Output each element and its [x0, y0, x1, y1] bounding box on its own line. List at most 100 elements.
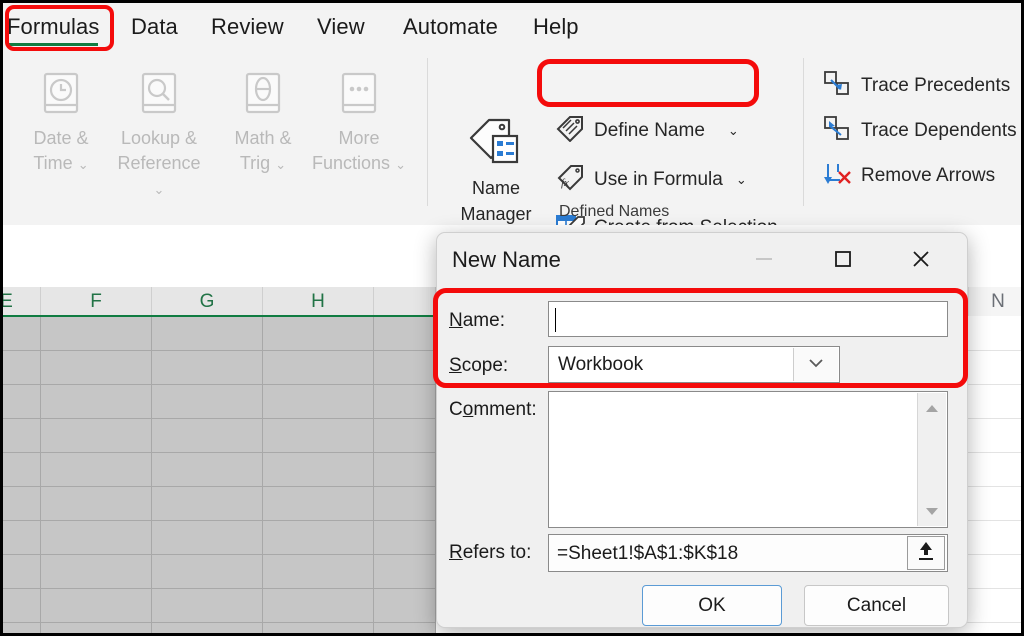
maximize-button[interactable] [820, 233, 866, 289]
chevron-down-icon: ⌄ [735, 172, 747, 187]
more-functions-label-2: Functions [312, 153, 391, 173]
scope-select[interactable]: Workbook [548, 346, 840, 383]
name-label: Name: [449, 310, 505, 331]
tab-review[interactable]: Review [211, 14, 284, 40]
tab-formulas[interactable]: Formulas [7, 14, 100, 46]
clock-book-icon [13, 64, 109, 126]
chevron-down-icon: ⌄ [727, 123, 739, 138]
ribbon-group-divider-1 [427, 58, 428, 206]
scroll-up-icon[interactable] [918, 395, 946, 421]
tag-fx-icon: fx [555, 163, 585, 197]
chevron-down-icon: ⌄ [77, 157, 89, 172]
trace-precedents-icon [823, 70, 851, 102]
tab-help[interactable]: Help [533, 14, 579, 40]
trace-dependents-label: Trace Dependents [861, 120, 1017, 141]
refers-to-label: Refers to: [449, 542, 532, 563]
column-header-f[interactable]: F [41, 287, 152, 316]
row-divider [963, 418, 1021, 419]
collapse-dialog-button[interactable] [907, 536, 945, 570]
close-icon [911, 249, 931, 274]
column-header-e[interactable]: E [3, 287, 41, 316]
collapse-dialog-icon [916, 540, 936, 567]
row-divider [963, 452, 1021, 453]
row-divider [3, 554, 436, 555]
tab-data[interactable]: Data [131, 14, 178, 40]
text-caret [555, 308, 556, 332]
math-and-trig-button[interactable]: Math & Trig ⌄ [215, 64, 311, 177]
lookup-label-2: Reference [117, 153, 201, 173]
row-divider [3, 418, 436, 419]
date-and-time-label-2: Time [33, 153, 73, 173]
chevron-down-icon: ⌄ [275, 157, 287, 172]
ribbon: Formulas Data Review View Automate Help [3, 3, 1021, 238]
use-in-formula-button[interactable]: fx Use in Formula ⌄ [555, 163, 747, 197]
chevron-down-icon: ⌄ [153, 182, 165, 197]
define-name-label: Define Name [594, 120, 705, 141]
close-button[interactable] [898, 233, 944, 289]
search-book-icon [111, 64, 207, 126]
trace-dependents-icon [823, 115, 851, 147]
column-header-i[interactable] [374, 287, 436, 316]
lookup-and-reference-button[interactable]: Lookup & Reference ⌄ [111, 64, 207, 202]
row-divider [3, 452, 436, 453]
lookup-label-1: Lookup & [120, 128, 198, 148]
remove-arrows-button[interactable]: Remove Arrows [823, 160, 995, 192]
math-label-1: Math & [234, 128, 292, 148]
date-and-time-button[interactable]: Date & Time ⌄ [13, 64, 109, 177]
defined-names-group-label: Defined Names [559, 203, 670, 220]
cell-column-e[interactable] [3, 317, 41, 633]
row-divider [3, 622, 436, 623]
trace-dependents-button[interactable]: Trace Dependents [823, 115, 1017, 147]
active-tab-underline [9, 43, 98, 46]
tab-automate[interactable]: Automate [403, 14, 498, 40]
theta-book-icon [215, 64, 311, 126]
chevron-down-icon: ⌄ [395, 157, 406, 172]
remove-arrows-icon [823, 160, 851, 192]
minimize-icon [754, 252, 774, 270]
minimize-button[interactable] [741, 233, 787, 289]
math-label-2: Trig [239, 153, 271, 173]
tab-view[interactable]: View [317, 14, 365, 40]
row-divider [3, 486, 436, 487]
name-manager-button[interactable]: Name Manager [443, 114, 549, 227]
column-header-g[interactable]: G [152, 287, 263, 316]
more-functions-button[interactable]: More Functions ⌄ [311, 64, 407, 177]
row-divider [963, 486, 1021, 487]
cell-column-h[interactable] [263, 317, 374, 633]
row-divider [3, 384, 436, 385]
define-name-button[interactable]: Define Name ⌄ [555, 114, 739, 148]
row-divider [3, 588, 436, 589]
chevron-down-icon [807, 356, 825, 374]
cell-column-n[interactable] [963, 317, 1021, 633]
cell-column-g[interactable] [152, 317, 263, 633]
new-name-dialog: New Name Name: Scope: Workbook Comment: … [436, 232, 968, 628]
scope-dropdown-arrow[interactable] [793, 348, 838, 381]
dialog-title-bar[interactable]: New Name [437, 233, 967, 289]
scroll-down-icon[interactable] [918, 498, 946, 524]
refers-to-value: =Sheet1!$A$1:$K$18 [557, 543, 739, 564]
ribbon-tab-strip: Formulas Data Review View Automate Help [3, 3, 1021, 52]
comment-textarea[interactable] [548, 391, 948, 528]
ellipsis-book-icon [311, 64, 407, 126]
column-header-n[interactable]: N [969, 287, 1021, 316]
refers-to-input[interactable]: =Sheet1!$A$1:$K$18 [548, 534, 948, 572]
row-divider [3, 520, 436, 521]
remove-arrows-label: Remove Arrows [861, 165, 996, 186]
comment-scrollbar[interactable] [917, 393, 946, 526]
name-manager-label-1: Name [471, 178, 520, 198]
name-input[interactable] [548, 301, 948, 337]
cell-column-i[interactable] [374, 317, 436, 633]
cell-column-f[interactable] [41, 317, 152, 633]
ok-button[interactable]: OK [642, 585, 782, 626]
cancel-button[interactable]: Cancel [804, 585, 949, 626]
tab-formulas-label: Formulas [7, 14, 100, 39]
more-functions-label-1: More [338, 128, 380, 148]
trace-precedents-label: Trace Precedents [861, 75, 1011, 96]
row-divider [963, 350, 1021, 351]
excel-window: Formulas Data Review View Automate Help [0, 0, 1024, 636]
row-divider [963, 520, 1021, 521]
row-divider [963, 622, 1021, 623]
trace-precedents-button[interactable]: Trace Precedents [823, 70, 1010, 102]
column-header-h[interactable]: H [263, 287, 374, 316]
name-manager-label-2: Manager [460, 204, 532, 224]
